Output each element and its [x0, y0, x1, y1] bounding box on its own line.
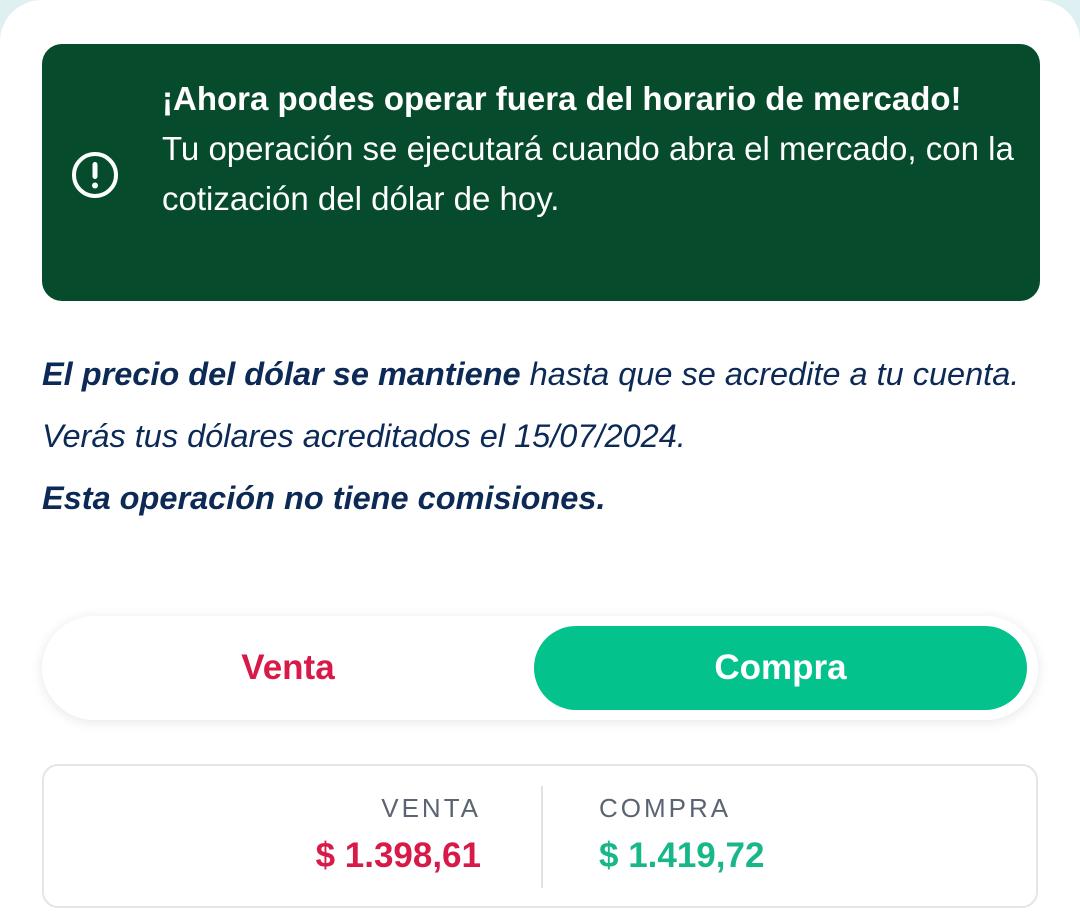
price-hold-rest: hasta que se acredite a tu cuenta. [520, 356, 1020, 392]
compra-rate: COMPRA $ 1.419,72 [599, 792, 764, 884]
operation-info: El precio del dólar se mantiene hasta qu… [42, 343, 1042, 529]
venta-rate: VENTA $ 1.398,61 [316, 792, 481, 884]
credit-date-text: Verás tus dólares acreditados el 15/07/2… [42, 418, 686, 454]
no-commission-text: Esta operación no tiene comisiones. [42, 480, 606, 516]
compra-rate-label: COMPRA [599, 793, 732, 823]
venta-rate-label: VENTA [381, 793, 481, 823]
exclamation-circle-icon [70, 150, 120, 200]
price-hold-text: El precio del dólar se mantiene hasta qu… [42, 343, 1042, 405]
bottom-sheet: ¡Ahora podes operar fuera del horario de… [0, 0, 1080, 918]
after-hours-banner: ¡Ahora podes operar fuera del horario de… [42, 44, 1040, 301]
exchange-rate-card: VENTA $ 1.398,61 COMPRA $ 1.419,72 [42, 764, 1038, 908]
banner-body: Tu operación se ejecutará cuando abra el… [162, 130, 1014, 217]
banner-text: ¡Ahora podes operar fuera del horario de… [162, 74, 1022, 224]
compra-tab[interactable]: Compra [534, 626, 1027, 710]
compra-rate-value: $ 1.419,72 [599, 836, 765, 875]
venta-tab[interactable]: Venta [42, 616, 534, 720]
venta-rate-value: $ 1.398,61 [315, 836, 481, 875]
rate-divider [541, 786, 543, 888]
banner-title: ¡Ahora podes operar fuera del horario de… [162, 80, 962, 117]
price-hold-strong: El precio del dólar se mantiene [42, 356, 521, 392]
operation-type-toggle: Venta Compra [42, 616, 1038, 720]
